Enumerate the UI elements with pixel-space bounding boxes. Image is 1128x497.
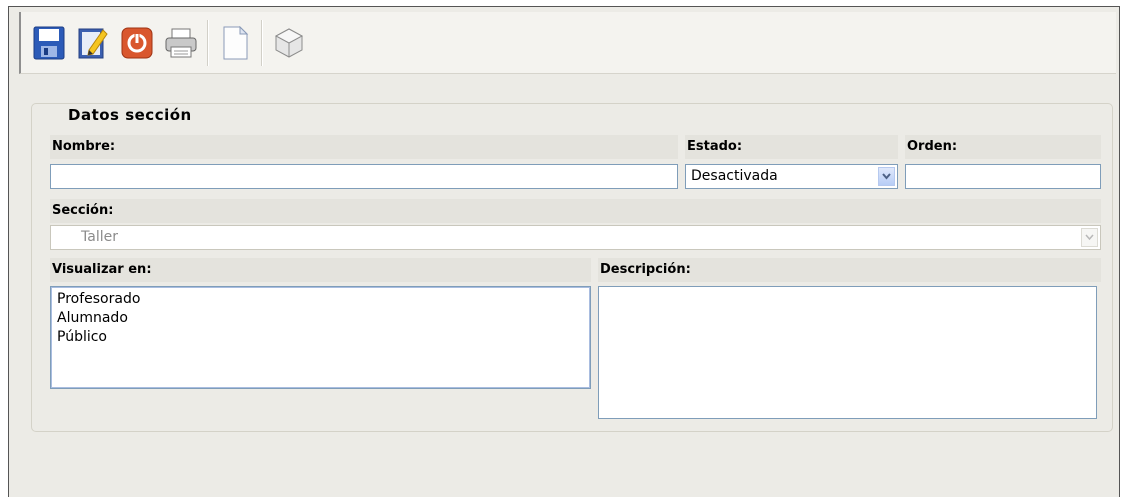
chevron-down-icon[interactable]: [878, 167, 895, 186]
toolbar-separator: [261, 19, 263, 66]
estado-select[interactable]: Desactivada: [685, 164, 898, 189]
seccion-selected-value: Taller: [81, 229, 118, 245]
edit-button[interactable]: [71, 20, 115, 66]
visualizar-listbox[interactable]: Profesorado Alumnado Público: [50, 286, 591, 389]
group-legend: Datos sección: [58, 106, 202, 124]
estado-selected-value: Desactivada: [691, 168, 778, 184]
nombre-input[interactable]: [50, 164, 678, 189]
power-button[interactable]: [115, 20, 159, 66]
seccion-label: Sección:: [50, 199, 1101, 223]
power-icon: [121, 27, 153, 58]
package-icon: [274, 27, 304, 58]
visualizar-label: Visualizar en:: [50, 258, 591, 282]
orden-input[interactable]: [905, 164, 1101, 189]
orden-label: Orden:: [905, 135, 1101, 159]
toolbar: [19, 12, 1116, 74]
edit-icon: [78, 28, 108, 58]
descripcion-label: Descripción:: [598, 258, 1101, 282]
list-item[interactable]: Público: [57, 328, 590, 347]
estado-label: Estado:: [685, 135, 898, 159]
list-item[interactable]: Alumnado: [57, 309, 590, 328]
new-document-icon: [223, 25, 249, 59]
toolbar-separator: [207, 19, 209, 66]
descripcion-textarea[interactable]: [598, 286, 1097, 419]
save-icon: [33, 26, 65, 59]
package-button[interactable]: [267, 20, 311, 66]
seccion-select[interactable]: Taller: [50, 225, 1101, 250]
list-item[interactable]: Profesorado: [57, 290, 590, 309]
new-document-button[interactable]: [213, 20, 257, 66]
print-button[interactable]: [159, 20, 203, 66]
print-icon: [165, 28, 197, 57]
save-button[interactable]: [27, 20, 71, 66]
chevron-down-icon[interactable]: [1081, 228, 1098, 247]
nombre-label: Nombre:: [50, 135, 678, 159]
